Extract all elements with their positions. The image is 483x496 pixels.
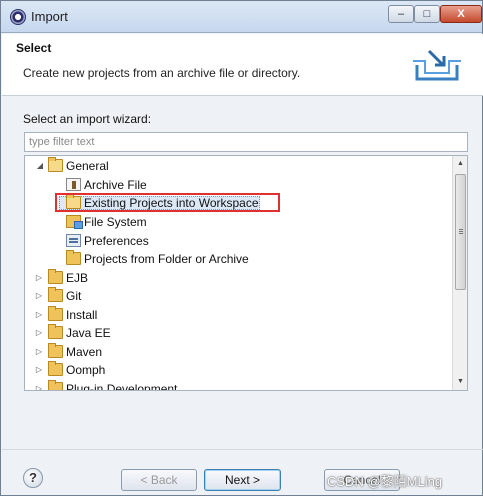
page-description: Create new projects from an archive file… <box>23 66 301 80</box>
window-title: Import <box>31 9 68 24</box>
scroll-down-icon[interactable]: ▼ <box>453 374 467 390</box>
folder-icon <box>48 380 63 390</box>
import-dialog: Import – □ X Select Create new projects … <box>0 0 483 496</box>
minimize-button[interactable]: – <box>388 5 414 23</box>
eclipse-icon <box>10 9 26 25</box>
title-bar: Import – □ X <box>1 1 482 33</box>
tree-item-label: Preferences <box>84 234 149 248</box>
folder-icon <box>66 250 81 265</box>
scroll-thumb[interactable] <box>455 174 466 290</box>
tree-item-label: Maven <box>66 345 103 359</box>
tree-item-java-ee[interactable]: ▷ Java EE <box>25 324 451 342</box>
tree-item-label: Projects from Folder or Archive <box>84 252 249 266</box>
collapsed-arrow-icon[interactable]: ▷ <box>34 291 44 301</box>
tree-item-label: Plug-in Development <box>66 382 178 391</box>
tree-item-oomph[interactable]: ▷ Oomph <box>25 361 451 379</box>
tree-item-projects-from-folder[interactable]: Projects from Folder or Archive <box>25 250 451 268</box>
maximize-button[interactable]: □ <box>414 5 440 23</box>
import-wizard-icon <box>413 49 461 81</box>
tree-item-label: Java EE <box>66 326 111 340</box>
folder-open-icon <box>48 157 63 172</box>
tree-item-label: Oomph <box>66 363 106 377</box>
collapsed-arrow-icon[interactable]: ▷ <box>34 347 44 357</box>
folder-icon <box>48 324 63 339</box>
tree-item-preferences[interactable]: Preferences <box>25 232 451 250</box>
scroll-up-icon[interactable]: ▲ <box>453 156 467 172</box>
folder-icon <box>48 361 63 376</box>
watermark: CSDN @黎陌MLing <box>327 474 443 489</box>
tree-item-maven[interactable]: ▷ Maven <box>25 343 451 361</box>
archive-icon <box>66 178 81 191</box>
collapsed-arrow-icon[interactable]: ▷ <box>34 273 44 283</box>
collapsed-arrow-icon[interactable]: ▷ <box>34 328 44 338</box>
tree-item-label: Git <box>66 289 82 303</box>
close-button[interactable]: X <box>440 5 482 23</box>
folder-icon <box>48 306 63 321</box>
preferences-icon <box>66 234 81 247</box>
wizard-header: Select Create new projects from an archi… <box>2 34 483 96</box>
wizard-label: Select an import wizard: <box>23 112 152 126</box>
back-button[interactable]: < Back <box>121 469 197 491</box>
folder-icon <box>48 287 63 302</box>
tree-item-label: EJB <box>66 271 89 285</box>
footer-divider <box>2 449 483 450</box>
tree-item-archive-file[interactable]: Archive File <box>25 176 451 194</box>
tree-item-ejb[interactable]: ▷ EJB <box>25 269 451 287</box>
tree-item-file-system[interactable]: File System <box>25 213 451 231</box>
collapsed-arrow-icon[interactable]: ▷ <box>34 365 44 375</box>
wizard-tree: ◢ General Archive File Existing Projects… <box>24 155 468 391</box>
red-highlight-box <box>55 193 280 212</box>
tree-item-general[interactable]: ◢ General <box>25 157 451 175</box>
file-system-icon <box>66 215 83 229</box>
tree-item-label: General <box>66 159 109 173</box>
page-title: Select <box>16 41 52 55</box>
help-button[interactable]: ? <box>23 468 43 488</box>
tree-item-label: File System <box>84 215 147 229</box>
expanded-arrow-icon[interactable]: ◢ <box>35 161 45 171</box>
tree-item-plugin-development[interactable]: ▷ Plug-in Development <box>25 380 451 391</box>
tree-item-label: Install <box>66 308 98 322</box>
grip-icon <box>459 229 463 230</box>
next-button[interactable]: Next > <box>204 469 281 491</box>
tree-item-label: Archive File <box>84 178 147 192</box>
folder-icon <box>48 269 63 284</box>
tree-item-install[interactable]: ▷ Install <box>25 306 451 324</box>
collapsed-arrow-icon[interactable]: ▷ <box>34 310 44 320</box>
tree-item-git[interactable]: ▷ Git <box>25 287 451 305</box>
filter-input[interactable] <box>24 132 468 152</box>
vertical-scrollbar[interactable]: ▲ ▼ <box>452 156 467 390</box>
folder-icon <box>48 343 63 358</box>
collapsed-arrow-icon[interactable]: ▷ <box>34 384 44 390</box>
